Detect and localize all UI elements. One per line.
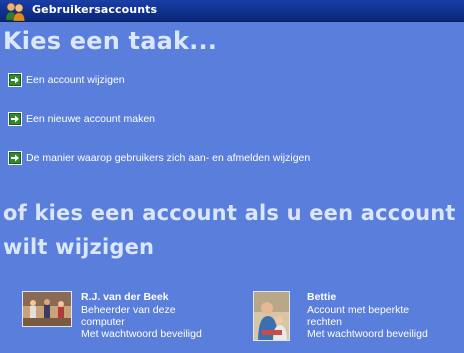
account-protection: Met wachtwoord beveiligd (307, 328, 428, 340)
task-label: Een nieuwe account maken (26, 113, 155, 125)
task-create-account[interactable]: Een nieuwe account maken (8, 111, 155, 127)
account-name: R.J. van der Beek (81, 291, 169, 303)
account-picture-icon (22, 291, 72, 327)
title-bar: Gebruikersaccounts (0, 0, 464, 22)
users-icon (3, 1, 27, 22)
green-arrow-icon (8, 73, 22, 87)
account-picture-icon (253, 291, 290, 341)
account-protection: Met wachtwoord beveiligd (81, 328, 202, 340)
green-arrow-icon (8, 112, 22, 126)
green-arrow-icon (8, 151, 22, 165)
task-change-logon[interactable]: De manier waarop gebruikers zich aan- en… (8, 150, 310, 166)
account-info: R.J. van der Beek Beheerder van deze com… (81, 291, 202, 340)
task-label: De manier waarop gebruikers zich aan- en… (26, 152, 311, 164)
account-type: Account met beperkte (307, 304, 410, 316)
accounts-heading: of kies een account als u een account wi… (3, 201, 456, 259)
tasks-heading: Kies een taak... (3, 27, 218, 55)
task-change-account[interactable]: Een account wijzigen (8, 72, 125, 88)
task-label: Een account wijzigen (26, 74, 125, 86)
account-type: computer (81, 316, 125, 328)
account-name: Bettie (307, 291, 337, 303)
account-type: rechten (307, 316, 343, 328)
account-rj-van-der-beek[interactable]: R.J. van der Beek Beheerder van deze com… (22, 291, 202, 340)
window-title: Gebruikersaccounts (32, 3, 158, 16)
account-bettie[interactable]: Bettie Account met beperkte rechten Met … (253, 291, 428, 341)
account-info: Bettie Account met beperkte rechten Met … (307, 291, 428, 341)
account-type: Beheerder van deze (81, 304, 176, 316)
